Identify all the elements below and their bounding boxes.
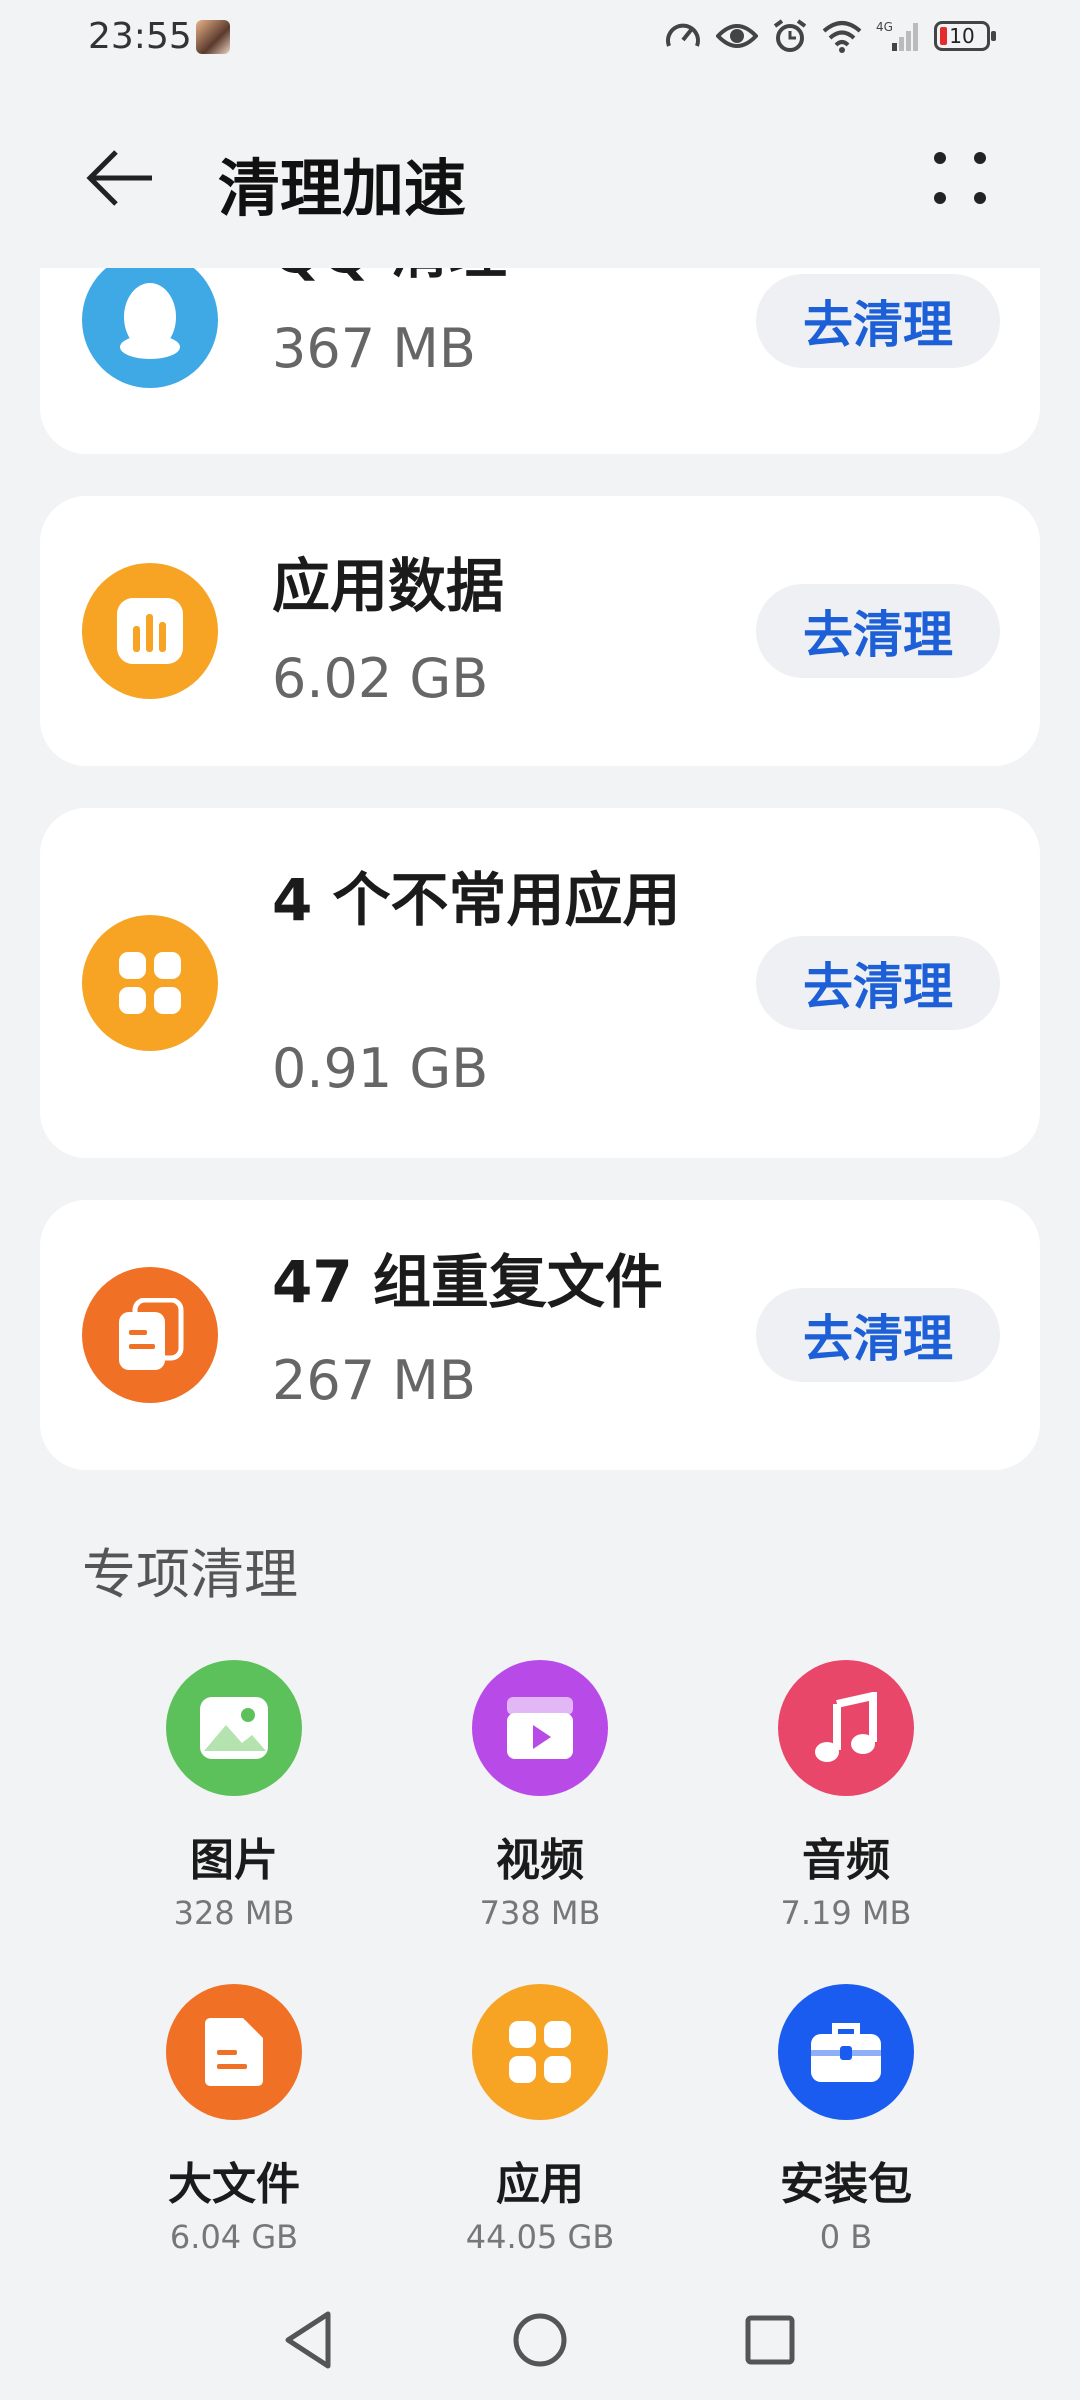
system-nav-bar (0, 2280, 1080, 2400)
grid-label: 音频 (802, 1835, 890, 1886)
special-item-packages[interactable]: 安装包 0 B (696, 1984, 996, 2256)
qq-penguin-icon (82, 268, 218, 388)
more-dot (974, 192, 986, 204)
grid-label: 应用 (496, 2159, 584, 2210)
app-data-card: 应用数据 6.02 GB 去清理 (40, 496, 1040, 766)
card-size: 267 MB (272, 1349, 476, 1412)
clean-button[interactable]: 去清理 (756, 584, 1000, 678)
duplicate-files-icon (82, 1267, 218, 1403)
grid-label: 大文件 (168, 2159, 300, 2210)
grid-size: 0 B (819, 2218, 873, 2256)
nav-back-button[interactable] (270, 2300, 350, 2380)
clean-button[interactable]: 去清理 (756, 274, 1000, 368)
card-title: QQ 清理 (272, 268, 712, 292)
card-size: 0.91 GB (272, 1037, 489, 1100)
more-dot (934, 152, 946, 164)
special-item-large-files[interactable]: 大文件 6.04 GB (84, 1984, 384, 2256)
back-arrow-icon (86, 150, 152, 206)
status-time: 23:55 (88, 16, 192, 57)
clean-button[interactable]: 去清理 (756, 936, 1000, 1030)
notification-avatar-icon (196, 20, 230, 54)
more-dot (934, 192, 946, 204)
special-item-apps[interactable]: 应用 44.05 GB (390, 1984, 690, 2256)
circle-home-icon (513, 2313, 567, 2367)
status-bar: 23:55 4G 10 (0, 0, 1080, 80)
apps-icon (472, 1984, 608, 2120)
card-title: 应用数据 (272, 552, 505, 620)
content-scroll-area[interactable]: QQ 清理 367 MB 去清理 应用数据 6.02 GB 去清理 4 (0, 268, 1080, 2268)
unused-apps-card: 4 个不常用应用 0.91 GB 去清理 (40, 808, 1040, 1158)
card-size: 367 MB (272, 317, 476, 380)
battery-level: 10 (949, 24, 975, 48)
signal-icon: 4G (876, 20, 918, 51)
nav-recents-button[interactable] (730, 2300, 810, 2380)
package-icon (778, 1984, 914, 2120)
special-item-videos[interactable]: 视频 738 MB (390, 1660, 690, 1932)
special-item-audio[interactable]: 音频 7.19 MB (696, 1660, 996, 1932)
nav-home-button[interactable] (500, 2300, 580, 2380)
grid-label: 图片 (190, 1835, 278, 1886)
large-file-icon (166, 1984, 302, 2120)
grid-size: 44.05 GB (465, 2218, 615, 2256)
grid-size: 328 MB (173, 1894, 295, 1932)
network-type: 4G (876, 20, 893, 34)
alarm-icon (773, 19, 807, 52)
grid-label: 视频 (496, 1835, 584, 1886)
wifi-icon (822, 21, 862, 53)
page-title: 清理加速 (218, 152, 467, 225)
more-dot (974, 152, 986, 164)
more-options-button[interactable] (920, 138, 1000, 218)
eye-icon (716, 24, 758, 48)
square-recents-icon (745, 2315, 795, 2365)
image-icon (166, 1660, 302, 1796)
card-title: 47 组重复文件 (272, 1248, 663, 1316)
grid-label: 安装包 (780, 2159, 912, 2210)
triangle-back-icon (285, 2311, 331, 2369)
back-button[interactable] (80, 138, 160, 218)
card-size: 6.02 GB (272, 647, 489, 710)
video-icon (472, 1660, 608, 1796)
grid-size: 738 MB (479, 1894, 601, 1932)
battery-icon: 10 (934, 21, 996, 51)
status-icons: 4G 10 (664, 18, 996, 54)
grid-size: 6.04 GB (169, 2218, 299, 2256)
duplicate-files-card: 47 组重复文件 267 MB 去清理 (40, 1200, 1040, 1470)
card-title: 4 个不常用应用 (272, 866, 681, 934)
section-title: 专项清理 (82, 1543, 298, 1606)
special-item-images[interactable]: 图片 328 MB (84, 1660, 384, 1932)
apps-icon (82, 915, 218, 1051)
qq-clean-card: QQ 清理 367 MB 去清理 (40, 268, 1040, 454)
clean-button[interactable]: 去清理 (756, 1288, 1000, 1382)
app-header: 清理加速 (0, 120, 1080, 230)
speedometer-icon (666, 23, 700, 47)
app-data-icon (82, 563, 218, 699)
music-icon (778, 1660, 914, 1796)
grid-size: 7.19 MB (780, 1894, 912, 1932)
